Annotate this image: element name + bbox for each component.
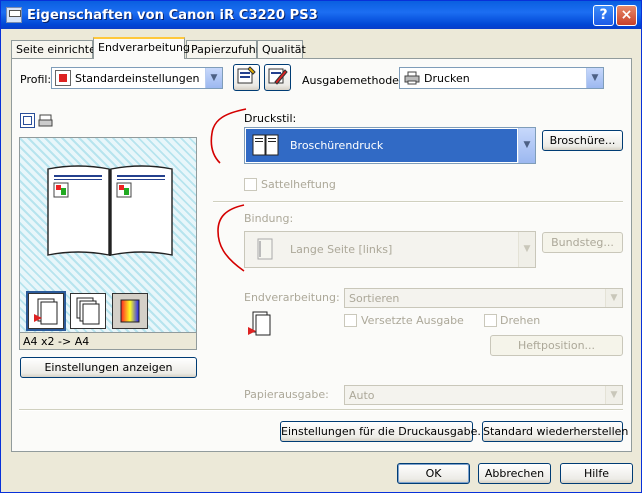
book-icon (47, 165, 173, 256)
printer-view-icon (38, 114, 53, 127)
preview-caption-bar: A4 x2 -> A4 (19, 333, 197, 350)
paper-output-label: Papierausgabe: (244, 388, 329, 401)
color-view-button[interactable] (112, 293, 148, 329)
druckstil-select[interactable]: Broschürendruck ▼ (244, 127, 536, 164)
title-bar: Eigenschaften von Canon iR C3220 PS3 ? × (1, 1, 641, 29)
page-view-toggle[interactable] (20, 113, 35, 128)
chevron-down-icon: ▼ (605, 386, 622, 404)
printer-properties-dialog: Eigenschaften von Canon iR C3220 PS3 ? ×… (0, 0, 642, 493)
output-method-label: Ausgabemethode: (302, 74, 403, 87)
tab-endverarbeitung[interactable]: Endverarbeitung (93, 37, 190, 59)
booklet-view-button[interactable] (28, 293, 64, 329)
brochure-button[interactable]: Broschüre... (542, 130, 623, 151)
preview-caption: A4 x2 -> A4 (23, 335, 90, 348)
profile-edit-button[interactable] (264, 64, 291, 91)
binding-icon (257, 238, 273, 259)
offset-output-checkbox[interactable] (344, 314, 357, 327)
output-method-value: Drucken (424, 71, 470, 85)
show-settings-button[interactable]: Einstellungen anzeigen (20, 357, 197, 378)
profile-select[interactable]: Standardeinstellungen ▼ (51, 67, 223, 89)
binding-value: Lange Seite [links] (290, 243, 393, 256)
druckstil-selected-item: Broschürendruck (246, 129, 517, 162)
print-preview (19, 137, 197, 333)
chevron-down-icon: ▼ (518, 232, 535, 267)
finishing-value: Sortieren (349, 291, 400, 305)
chevron-down-icon: ▼ (518, 128, 535, 163)
restore-defaults-button[interactable]: Standard wiederherstellen (482, 421, 628, 442)
printer-view-toggle[interactable] (38, 113, 53, 128)
tab-seite-einrichten[interactable]: Seite einrichten (11, 40, 103, 59)
chevron-down-icon: ▼ (586, 68, 603, 88)
binding-label: Bindung: (244, 212, 294, 225)
output-settings-button[interactable]: Einstellungen für die Druckausgabe... (280, 421, 488, 442)
tab-papierzufuhr[interactable]: Papierzufuhr (186, 40, 260, 59)
profile-add-icon (237, 66, 256, 84)
saddle-stitch-checkbox[interactable] (244, 178, 257, 191)
saddle-stitch-label: Sattelheftung (261, 178, 336, 191)
rotate-label: Drehen (500, 314, 541, 327)
help-button[interactable]: Hilfe (560, 463, 633, 484)
chevron-down-icon: ▼ (605, 289, 622, 307)
cancel-button[interactable]: Abbrechen (478, 463, 551, 484)
gutter-button[interactable]: Bundsteg... (542, 232, 623, 253)
paper-output-select[interactable]: Auto ▼ (344, 385, 623, 405)
pages-stack-icon (76, 297, 100, 325)
offset-output-label: Versetzte Ausgabe (361, 314, 464, 327)
profile-edit-icon (268, 68, 288, 85)
chevron-down-icon: ▼ (205, 68, 222, 88)
booklet-icon (34, 298, 58, 325)
tab-qualitaet[interactable]: Qualität (257, 40, 306, 59)
booklet-icon (252, 134, 279, 155)
profile-value: Standardeinstellungen (75, 71, 200, 85)
window-title: Eigenschaften von Canon iR C3220 PS3 (27, 7, 318, 23)
separator (19, 409, 623, 411)
title-help-button[interactable]: ? (593, 5, 614, 26)
druckstil-label: Druckstil: (244, 112, 297, 125)
paper-output-value: Auto (349, 388, 375, 402)
output-method-select[interactable]: Drucken ▼ (399, 67, 604, 89)
separator (213, 201, 623, 203)
rotate-checkbox[interactable] (484, 314, 497, 327)
finishing-select[interactable]: Sortieren ▼ (344, 288, 623, 308)
finishing-label: Endverarbeitung: (244, 291, 340, 304)
druckstil-value: Broschürendruck (290, 139, 384, 152)
ok-button[interactable]: OK (397, 463, 470, 484)
profile-icon (55, 70, 71, 86)
binding-select[interactable]: Lange Seite [links] ▼ (244, 231, 536, 268)
printer-icon (6, 7, 22, 23)
printer-icon (404, 71, 420, 85)
staple-position-button[interactable]: Heftposition... (490, 335, 623, 356)
collate-view-button[interactable] (70, 293, 106, 329)
finishing-icon (248, 311, 271, 336)
color-palette-icon (120, 299, 140, 323)
page-view-icon (23, 116, 32, 125)
title-close-button[interactable]: × (616, 5, 637, 26)
profile-add-button[interactable] (233, 64, 260, 91)
profile-label: Profil: (20, 73, 52, 86)
